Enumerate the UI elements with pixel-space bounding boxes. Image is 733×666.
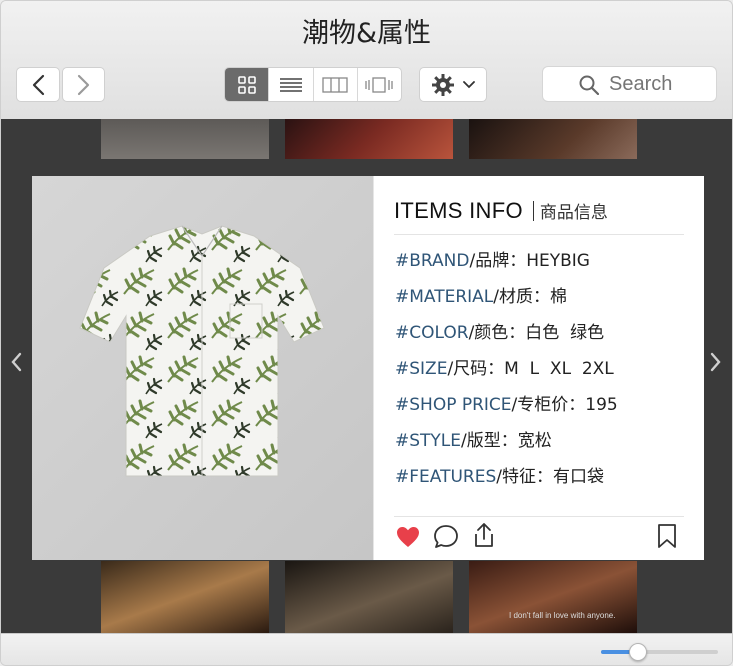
- list-view-button[interactable]: [269, 68, 314, 101]
- zoom-slider[interactable]: [601, 643, 718, 661]
- product-image: [32, 176, 373, 560]
- heart-icon[interactable]: [396, 526, 420, 548]
- thumbnail[interactable]: I don't fall in love with anyone.: [469, 561, 637, 633]
- shirt-image: [79, 225, 325, 477]
- comment-icon[interactable]: [433, 524, 459, 550]
- window-title: 潮物&属性: [301, 18, 432, 49]
- grid-view-icon: [237, 75, 256, 94]
- photo-grid: I don't fall in love with anyone. ITEMS …: [1, 119, 732, 633]
- search-icon: [579, 75, 599, 95]
- status-bar: [1, 633, 732, 665]
- attribute-row-brand: #BRAND/品牌：HEYBIG: [395, 251, 590, 271]
- divider: [394, 516, 684, 517]
- chevron-down-icon: [463, 80, 475, 88]
- zoom-slider-knob[interactable]: [629, 643, 647, 661]
- share-icon[interactable]: [472, 522, 496, 548]
- chevron-left-icon: [11, 352, 22, 372]
- title-divider: [532, 201, 534, 221]
- thumbnail[interactable]: [469, 119, 637, 159]
- column-view-button[interactable]: [314, 68, 358, 101]
- attribute-row-material: #MATERIAL/材质：棉: [395, 287, 568, 307]
- attribute-row-features: #FEATURES/特征：有口袋: [395, 467, 604, 487]
- attribute-row-size: #SIZE/尺码：M L XL 2XL: [395, 359, 614, 379]
- search-input[interactable]: [607, 71, 731, 97]
- thumbnail[interactable]: [285, 561, 453, 633]
- thumbnail[interactable]: [101, 561, 269, 633]
- previous-item-button[interactable]: [9, 351, 23, 378]
- next-item-button[interactable]: [709, 351, 723, 378]
- list-view-icon: [279, 77, 302, 92]
- divider: [394, 234, 684, 235]
- action-menu-button[interactable]: [419, 67, 487, 102]
- grid-view-button[interactable]: [225, 68, 270, 101]
- attribute-row-price: #SHOP PRICE/专柜价：195: [395, 395, 618, 415]
- chevron-right-icon: [710, 352, 721, 372]
- thumbnail[interactable]: [101, 119, 269, 159]
- item-info-panel: ITEMS INFO 商品信息 #BRAND/品牌：HEYBIG #MATERI…: [373, 176, 704, 560]
- gallery-view-button[interactable]: [358, 68, 401, 101]
- column-view-icon: [322, 76, 348, 93]
- forward-button[interactable]: [62, 67, 105, 102]
- info-title: ITEMS INFO: [394, 198, 523, 223]
- attribute-list: #BRAND/品牌：HEYBIG #MATERIAL/材质：棉 #COLOR/颜…: [395, 246, 618, 498]
- attribute-row-color: #COLOR/颜色：白色 绿色: [395, 323, 605, 343]
- gallery-view-icon: [365, 76, 394, 93]
- item-detail-card: ITEMS INFO 商品信息 #BRAND/品牌：HEYBIG #MATERI…: [32, 176, 704, 560]
- back-button[interactable]: [16, 67, 60, 102]
- chevron-right-icon: [77, 74, 89, 95]
- attribute-row-style: #STYLE/版型：宽松: [395, 431, 552, 451]
- app-window: 潮物&属性 Search I don't fall in love with a…: [0, 0, 733, 666]
- bookmark-icon[interactable]: [657, 523, 677, 549]
- thumbnail-caption: I don't fall in love with anyone.: [509, 611, 616, 620]
- gear-icon: [432, 73, 454, 96]
- chevron-left-icon: [32, 74, 45, 95]
- toolbar: 潮物&属性: [1, 1, 732, 120]
- view-mode-control: [224, 67, 402, 102]
- info-subtitle: 商品信息: [539, 203, 608, 223]
- thumbnail[interactable]: [285, 119, 453, 159]
- search-field[interactable]: [542, 66, 731, 102]
- info-header: ITEMS INFO 商品信息: [394, 198, 608, 224]
